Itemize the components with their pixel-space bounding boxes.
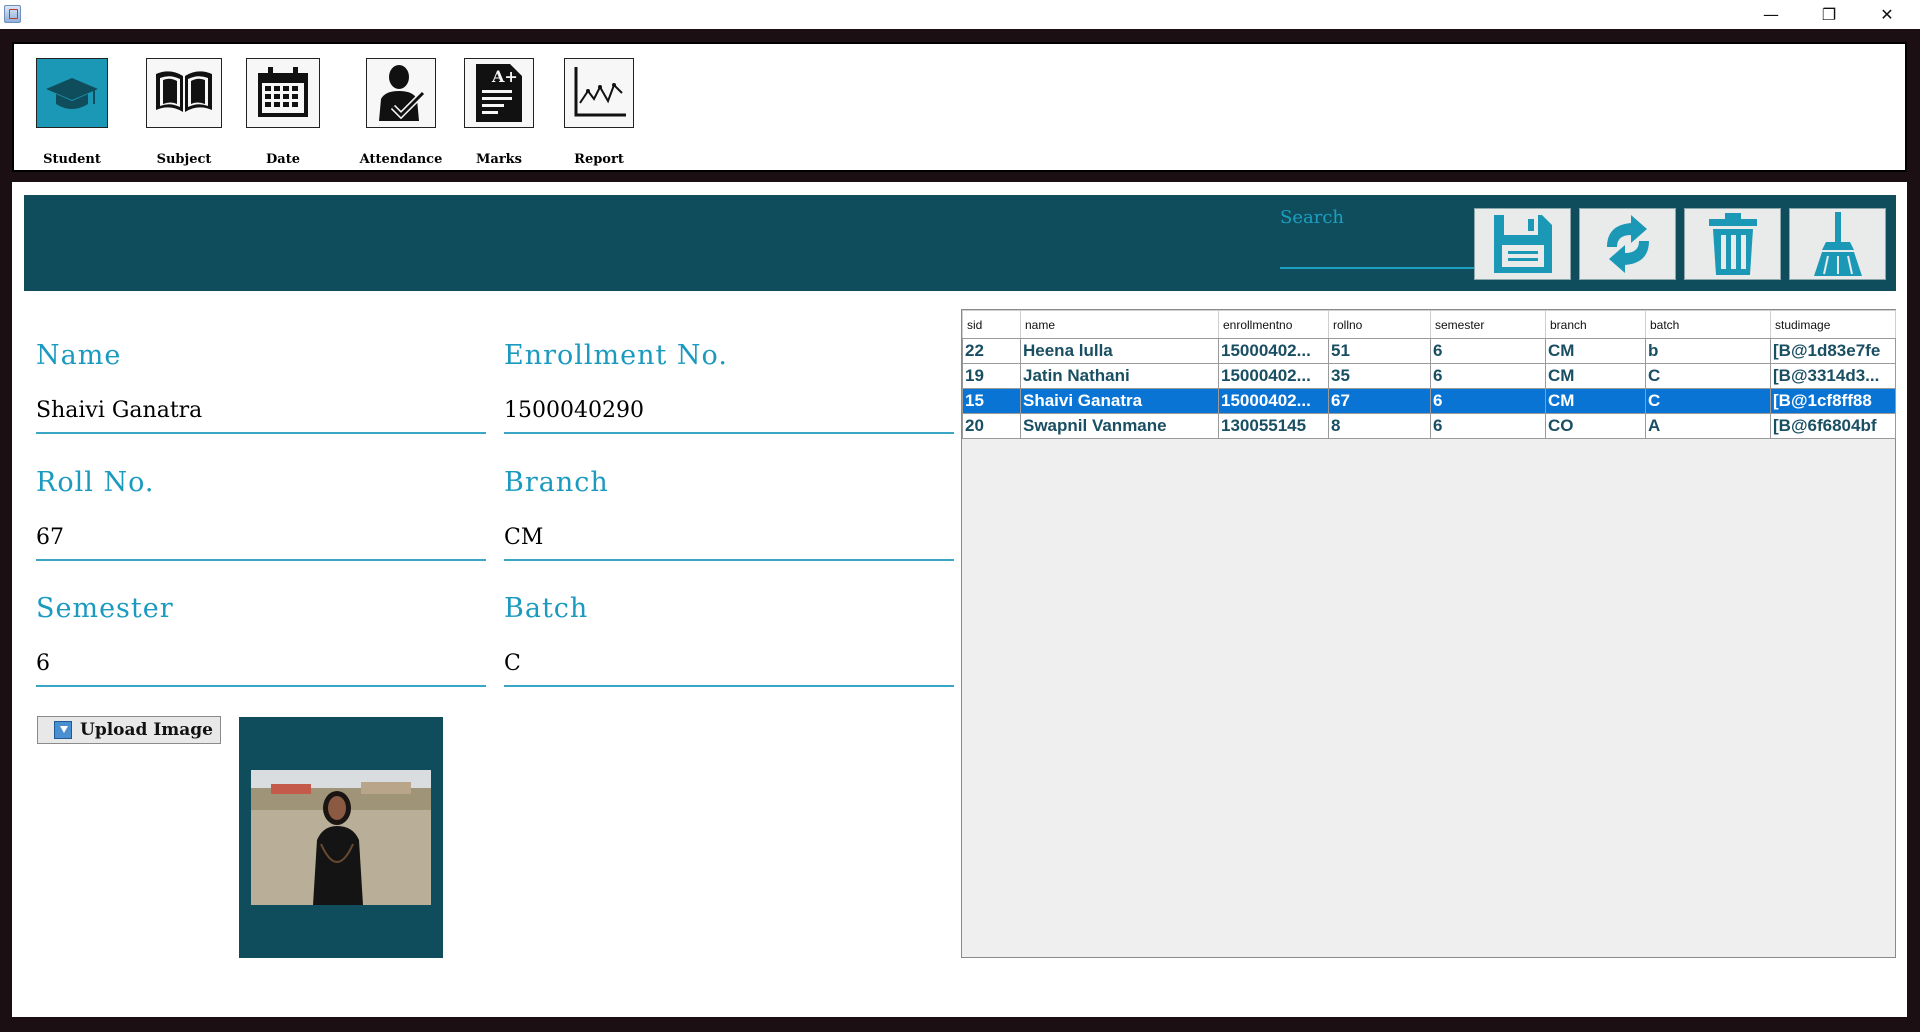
toolbar-marks-label: Marks [476, 152, 522, 167]
table-cell[interactable]: 6 [1430, 388, 1546, 414]
table-cell[interactable]: Jatin Nathani [1020, 363, 1219, 389]
student-panel: Search Name Shaivi Ganatra Enrollment No… [12, 182, 1907, 1017]
rollno-label: Roll No. [36, 467, 155, 498]
save-button[interactable] [1474, 208, 1571, 280]
search-input[interactable] [1280, 235, 1478, 269]
table-cell[interactable]: CM [1545, 388, 1646, 414]
column-header-rollno[interactable]: rollno [1328, 310, 1431, 339]
person-check-icon[interactable] [366, 58, 436, 128]
branch-field[interactable] [504, 515, 954, 561]
student-photo [251, 770, 431, 905]
table-row[interactable]: 19 Jatin Nathani 15000402... 35 6 CM C [… [962, 363, 1896, 389]
module-toolbar: Student Subject Date Attendance A+ Marks… [12, 42, 1907, 172]
batch-field[interactable] [504, 641, 954, 687]
open-book-icon[interactable] [146, 58, 222, 128]
table-cell[interactable]: b [1645, 338, 1771, 364]
table-cell[interactable]: CM [1545, 338, 1646, 364]
upload-image-label: Upload Image [80, 720, 213, 740]
calendar-icon[interactable] [246, 58, 320, 128]
column-header-sid[interactable]: sid [962, 310, 1021, 339]
table-cell[interactable]: [B@1cf8ff88 [1770, 388, 1896, 414]
table-cell[interactable]: 20 [962, 413, 1021, 439]
upload-icon [54, 721, 72, 739]
table-row[interactable]: 20 Swapnil Vanmane 130055145 8 6 CO A [B… [962, 413, 1896, 439]
table-cell[interactable]: 8 [1328, 413, 1431, 439]
enrollment-field[interactable] [504, 388, 954, 434]
table-cell[interactable]: 15000402... [1218, 338, 1329, 364]
minimize-button[interactable]: — [1742, 0, 1800, 29]
broom-icon [1813, 212, 1862, 276]
table-cell[interactable]: C [1645, 388, 1771, 414]
toolbar-student-label: Student [43, 152, 101, 167]
students-table[interactable]: sid name enrollmentno rollno semester br… [961, 309, 1896, 958]
clear-button[interactable] [1789, 208, 1886, 280]
table-cell[interactable]: 6 [1430, 363, 1546, 389]
refresh-button[interactable] [1579, 208, 1676, 280]
table-cell[interactable]: 6 [1430, 413, 1546, 439]
table-row[interactable]: 22 Heena lulla 15000402... 51 6 CM b [B@… [962, 338, 1896, 364]
header-band: Search [24, 195, 1896, 291]
table-cell[interactable]: CO [1545, 413, 1646, 439]
toolbar-date-label: Date [266, 152, 300, 167]
rollno-field[interactable] [36, 515, 486, 561]
table-cell[interactable]: [B@3314d3... [1770, 363, 1896, 389]
semester-label: Semester [36, 593, 174, 624]
marks-sheet-icon[interactable]: A+ [464, 58, 534, 128]
table-cell[interactable]: 15000402... [1218, 363, 1329, 389]
window-title-bar: — ❐ ✕ [0, 0, 1920, 29]
toolbar-attendance-label: Attendance [359, 152, 443, 167]
batch-label: Batch [504, 593, 589, 624]
table-cell[interactable]: [B@1d83e7fe [1770, 338, 1896, 364]
photo-frame [239, 717, 443, 958]
table-cell[interactable]: 35 [1328, 363, 1431, 389]
upload-image-button[interactable]: Upload Image [37, 716, 221, 744]
table-cell[interactable]: A [1645, 413, 1771, 439]
java-app-icon [4, 5, 21, 23]
refresh-arrows-icon [1606, 215, 1649, 273]
table-cell[interactable]: C [1645, 363, 1771, 389]
column-header-semester[interactable]: semester [1430, 310, 1546, 339]
graduation-cap-icon[interactable] [36, 58, 108, 128]
floppy-disk-icon [1493, 215, 1552, 273]
line-chart-icon[interactable] [564, 58, 634, 128]
column-header-batch[interactable]: batch [1645, 310, 1771, 339]
table-cell[interactable]: 15 [962, 388, 1021, 414]
table-row-selected[interactable]: 15 Shaivi Ganatra 15000402... 67 6 CM C … [962, 388, 1896, 414]
table-cell[interactable]: 6 [1430, 338, 1546, 364]
table-cell[interactable]: 19 [962, 363, 1021, 389]
table-cell[interactable]: 130055145 [1218, 413, 1329, 439]
semester-field[interactable] [36, 641, 486, 687]
enrollment-label: Enrollment No. [504, 340, 728, 371]
table-cell[interactable]: 15000402... [1218, 388, 1329, 414]
table-cell[interactable]: [B@6f6804bf [1770, 413, 1896, 439]
search-label: Search [1280, 207, 1344, 228]
table-cell[interactable]: Swapnil Vanmane [1020, 413, 1219, 439]
restore-button[interactable]: ❐ [1800, 0, 1858, 29]
trash-icon [1708, 213, 1757, 275]
name-field[interactable] [36, 388, 486, 434]
toolbar-report-label: Report [574, 152, 624, 167]
table-cell[interactable]: 51 [1328, 338, 1431, 364]
table-header-row: sid name enrollmentno rollno semester br… [962, 310, 1896, 339]
delete-button[interactable] [1684, 208, 1781, 280]
table-cell[interactable]: CM [1545, 363, 1646, 389]
column-header-branch[interactable]: branch [1545, 310, 1646, 339]
column-header-name[interactable]: name [1020, 310, 1219, 339]
table-cell[interactable]: 67 [1328, 388, 1431, 414]
column-header-enrollmentno[interactable]: enrollmentno [1218, 310, 1329, 339]
column-header-studimage[interactable]: studimage [1770, 310, 1896, 339]
svg-text:A+: A+ [491, 67, 518, 86]
table-cell[interactable]: 22 [962, 338, 1021, 364]
toolbar-subject-label: Subject [156, 152, 212, 167]
branch-label: Branch [504, 467, 609, 498]
name-label: Name [36, 340, 122, 371]
close-button[interactable]: ✕ [1858, 0, 1916, 29]
table-cell[interactable]: Shaivi Ganatra [1020, 388, 1219, 414]
table-cell[interactable]: Heena lulla [1020, 338, 1219, 364]
